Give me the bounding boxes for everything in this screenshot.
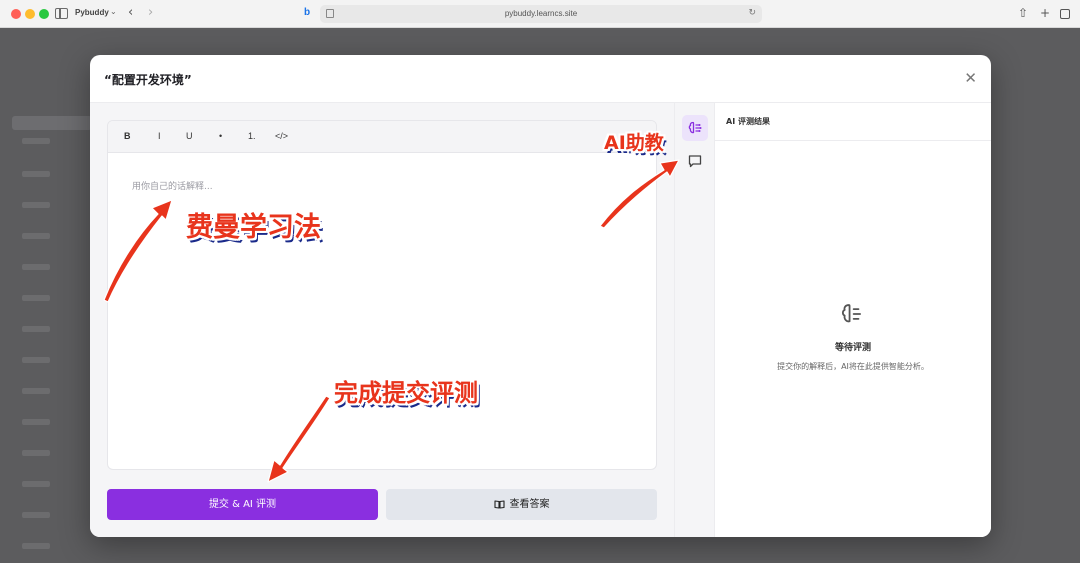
address-bar[interactable]: pybuddy.learncs.site ↻ [320, 5, 762, 23]
rich-text-editor: B I U • 1. </> [107, 120, 657, 470]
close-window-button[interactable] [11, 9, 21, 19]
forward-arrow-icon[interactable]: › [148, 5, 153, 20]
share-icon[interactable]: ⇧ [1018, 6, 1028, 20]
ai-review-panel: AI 评测结果 等待评测 提交你的解释后，AI将在此提供智能分析。 [715, 103, 991, 537]
modal-title: “配置开发环境” [104, 73, 192, 87]
bg-sidebar-item [22, 512, 50, 518]
italic-button[interactable]: I [158, 131, 161, 141]
tab-group-name[interactable]: Pybuddy [75, 8, 109, 17]
annotation-feynman: 费曼学习法 [186, 212, 321, 243]
bg-sidebar-item [22, 357, 50, 363]
bg-sidebar-item [22, 543, 50, 549]
review-panel-title: AI 评测结果 [726, 117, 770, 126]
url-text[interactable]: pybuddy.learncs.site [320, 9, 762, 18]
submit-ai-review-button[interactable]: 提交 & AI 评测 [107, 489, 378, 520]
browser-toolbar: Pybuddy ⌄ ‹ › b pybuddy.learncs.site ↻ ⇧… [0, 0, 1080, 28]
view-answer-button[interactable]: 查看答案 [386, 489, 657, 520]
underline-button[interactable]: U [186, 131, 193, 141]
bg-sidebar-item [22, 264, 50, 270]
sidebar-toggle-icon[interactable] [55, 8, 68, 19]
editor-toolbar: B I U • 1. </> [108, 121, 656, 153]
new-tab-icon[interactable]: + [1040, 6, 1050, 20]
minimize-window-button[interactable] [25, 9, 35, 19]
annotation-ai-assistant: AI助教 [604, 132, 664, 154]
modal-header: “配置开发环境” ✕ [90, 55, 991, 103]
waiting-description: 提交你的解释后，AI将在此提供智能分析。 [777, 362, 929, 371]
code-button[interactable]: </> [275, 131, 288, 141]
tab-overview-icon[interactable] [1060, 9, 1070, 19]
search-engine-icon[interactable]: b [304, 7, 310, 18]
bg-sidebar-item [22, 295, 50, 301]
chat-tab[interactable] [682, 148, 708, 174]
bg-sidebar-item [22, 419, 50, 425]
annotation-submit: 完成提交评测 [334, 379, 478, 407]
brain-icon [688, 121, 702, 134]
view-answer-label: 查看答案 [509, 499, 550, 510]
brain-icon [841, 304, 862, 323]
side-icon-rail [674, 103, 715, 537]
bg-sidebar-item [22, 388, 50, 394]
waiting-title: 等待评测 [834, 343, 871, 353]
close-icon[interactable]: ✕ [964, 69, 977, 87]
explain-modal: “配置开发环境” ✕ B I U • 1. </> 提交 & AI 评测 查看答… [90, 55, 991, 537]
bg-sidebar-item [22, 202, 50, 208]
ordered-list-button[interactable]: 1. [248, 131, 256, 141]
bg-sidebar-item [22, 233, 50, 239]
maximize-window-button[interactable] [39, 9, 49, 19]
reload-icon[interactable]: ↻ [748, 8, 756, 18]
bg-sidebar-item [22, 138, 50, 144]
app-logo [12, 116, 92, 130]
ai-tutor-tab[interactable] [682, 115, 708, 141]
bold-button[interactable]: B [124, 131, 131, 141]
explanation-input[interactable] [108, 153, 656, 469]
editor-pane: B I U • 1. </> 提交 & AI 评测 查看答案 [90, 103, 674, 537]
bullet-list-button[interactable]: • [219, 131, 222, 141]
bg-sidebar-item [22, 326, 50, 332]
chat-icon [688, 155, 702, 168]
bg-sidebar-item [22, 481, 50, 487]
review-panel-header: AI 评测结果 [715, 103, 991, 141]
bg-sidebar-item [22, 171, 50, 177]
bg-sidebar-item [22, 450, 50, 456]
book-icon [493, 500, 505, 509]
back-arrow-icon[interactable]: ‹ [128, 5, 133, 20]
chevron-down-icon[interactable]: ⌄ [110, 7, 117, 16]
